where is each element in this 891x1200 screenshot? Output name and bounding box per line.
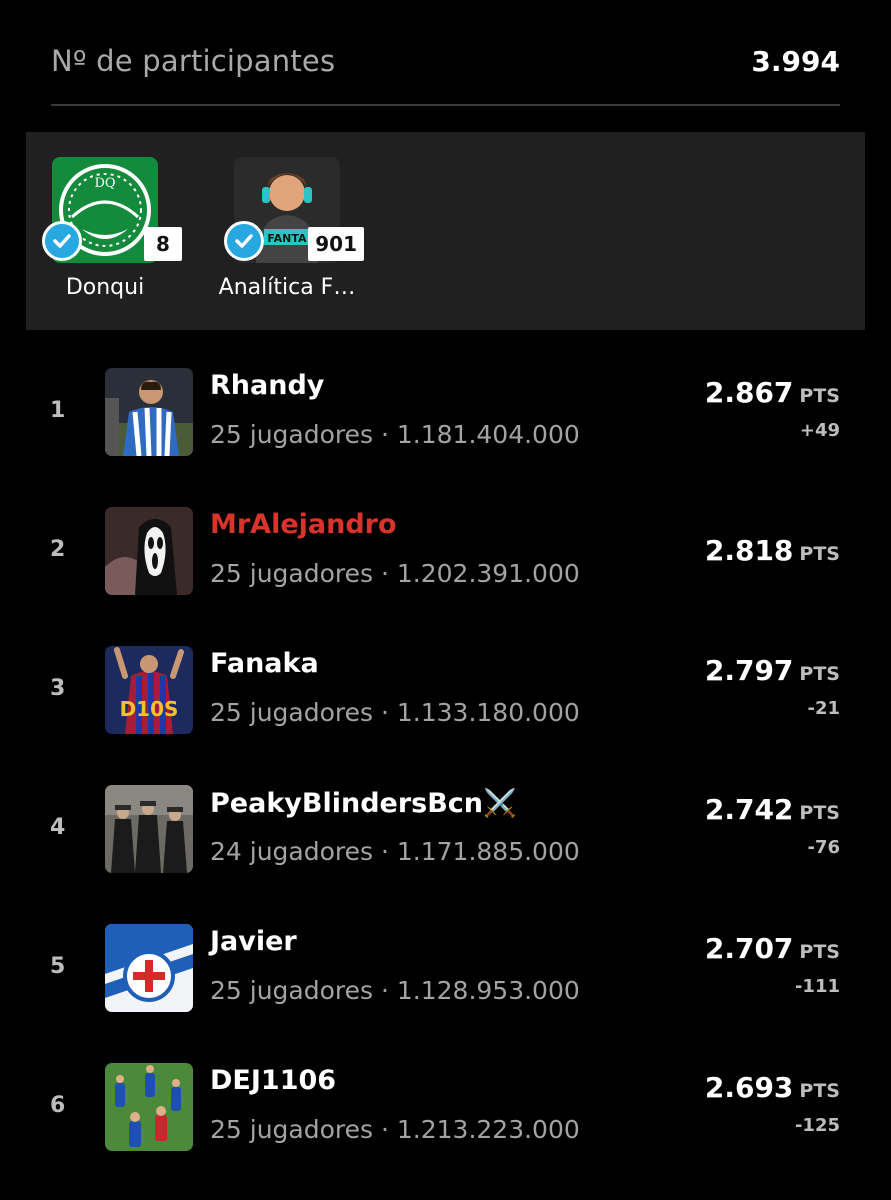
user-avatar[interactable] (105, 785, 193, 873)
featured-name: Analítica F… (218, 275, 356, 300)
participants-label: Nº de participantes (51, 44, 336, 78)
points-delta: -125 (794, 1115, 840, 1136)
user-team-info: 25 jugadores · 1.128.953.000 (210, 976, 580, 1005)
points-value: 2.707 (704, 932, 794, 965)
points-unit: PTS (799, 941, 840, 963)
user-name[interactable]: Rhandy (210, 370, 324, 401)
user-avatar[interactable] (105, 507, 193, 595)
user-team-info: 24 jugadores · 1.171.885.000 (210, 837, 580, 866)
rank-number: 2 (50, 537, 66, 562)
points-delta: -21 (807, 698, 840, 719)
user-team-info: 25 jugadores · 1.213.223.000 (210, 1115, 580, 1144)
rank-number: 4 (50, 815, 66, 840)
avatar-caption: D10S (120, 697, 179, 721)
user-team-info: 25 jugadores · 1.133.180.000 (210, 698, 580, 727)
user-name[interactable]: Javier (210, 926, 297, 957)
points-value: 2.867 (704, 376, 794, 409)
points-value: 2.742 (704, 793, 794, 826)
donqui-logo-text: DQ (94, 176, 115, 191)
verified-icon (224, 221, 264, 261)
ranking-row[interactable]: 6 DEJ1106 25 jugadores · 1.213.223.000 2… (0, 1063, 891, 1155)
user-avatar[interactable] (105, 1063, 193, 1151)
points-value: 2.693 (704, 1071, 794, 1104)
points-delta: +49 (799, 420, 840, 441)
user-name[interactable]: DEJ1106 (210, 1065, 336, 1096)
participants-row: Nº de participantes 3.994 (51, 38, 840, 84)
points: 2.797 PTS (705, 654, 840, 687)
rank-number: 1 (50, 398, 66, 423)
ranking-row[interactable]: 3 D10S Fanaka 25 jugadores · 1.133.180.0… (0, 646, 891, 738)
points: 2.818 PTS (705, 534, 840, 567)
user-avatar[interactable] (105, 368, 193, 456)
points-unit: PTS (799, 543, 840, 565)
points-value: 2.818 (704, 534, 794, 567)
ranking-page: Nº de participantes 3.994 DQ 8 Donqui FA… (0, 0, 891, 1200)
points-unit: PTS (799, 1080, 840, 1102)
points-delta: -76 (807, 837, 840, 858)
rank-number: 5 (50, 954, 66, 979)
featured-name: Donqui (65, 275, 145, 300)
featured-item-analitica[interactable]: FANTA 901 Analítica F… (202, 157, 372, 300)
user-avatar[interactable] (105, 924, 193, 1012)
participants-count: 3.994 (751, 44, 840, 78)
ranking-row[interactable]: 5 Javier 25 jugadores · 1.128.953.000 2.… (0, 924, 891, 1016)
ranking-row[interactable]: 4 PeakyBlindersBcn⚔️ 24 jugadores · 1.17… (0, 785, 891, 877)
featured-avatar[interactable]: FANTA 901 (224, 157, 364, 263)
points: 2.867 PTS (705, 376, 840, 409)
user-name[interactable]: MrAlejandro (210, 509, 397, 540)
ranking-row[interactable]: 2 MrAlejandro 25 jugadores · 1.202.391.0… (0, 507, 891, 599)
divider (51, 104, 840, 106)
verified-icon (42, 221, 82, 261)
points: 2.707 PTS (705, 932, 840, 965)
featured-item-donqui[interactable]: DQ 8 Donqui (20, 157, 190, 300)
user-name[interactable]: PeakyBlindersBcn⚔️ (210, 787, 517, 819)
analitica-logo-text: FANTA (267, 232, 307, 245)
user-team-info: 25 jugadores · 1.181.404.000 (210, 420, 580, 449)
points-delta: -111 (794, 976, 840, 997)
featured-leagues-panel: DQ 8 Donqui FANTA 901 Analítica F… (26, 132, 865, 330)
member-count-badge: 8 (144, 227, 182, 261)
points-value: 2.797 (704, 654, 794, 687)
points-unit: PTS (799, 385, 840, 407)
points: 2.693 PTS (705, 1071, 840, 1104)
user-avatar[interactable]: D10S (105, 646, 193, 734)
points-unit: PTS (799, 663, 840, 685)
ranking-row[interactable]: 1 Rhandy 25 jugadores · 1.181.404.000 2.… (0, 368, 891, 460)
points-unit: PTS (799, 802, 840, 824)
rank-number: 3 (50, 676, 66, 701)
rank-number: 6 (50, 1093, 66, 1118)
featured-avatar[interactable]: DQ 8 (42, 157, 182, 263)
points: 2.742 PTS (705, 793, 840, 826)
member-count-badge: 901 (308, 227, 364, 261)
user-team-info: 25 jugadores · 1.202.391.000 (210, 559, 580, 588)
user-name[interactable]: Fanaka (210, 648, 319, 679)
